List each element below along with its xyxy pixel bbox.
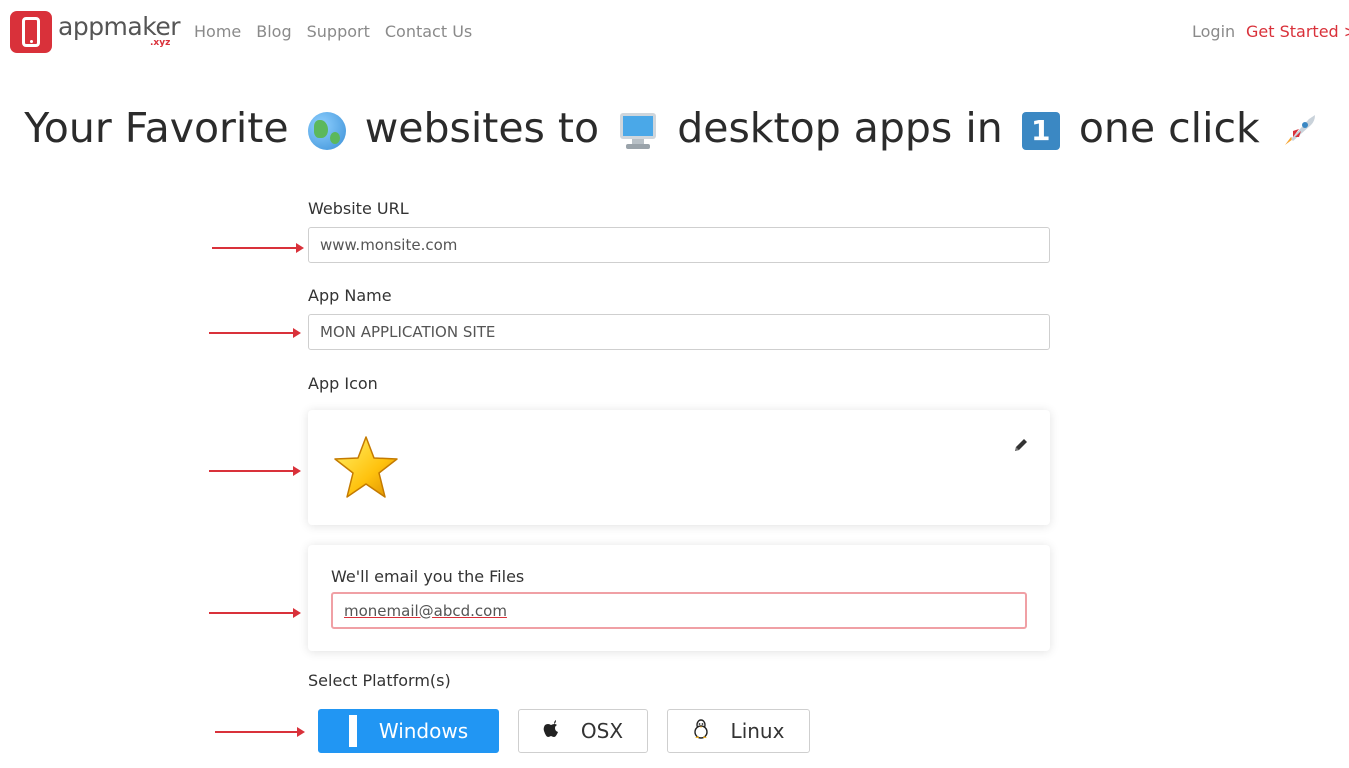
platform-windows-button[interactable]: Windows [318,709,499,753]
nav-link-support[interactable]: Support [307,22,370,41]
email-label: We'll email you the Files [331,567,525,586]
hero-text-3: desktop apps in [677,104,1003,152]
select-platform-label: Select Platform(s) [308,671,451,690]
hero-headline: Your Favorite websites to desktop apps i… [0,104,1349,152]
annotation-arrow [209,466,301,476]
get-started-link[interactable]: Get Started > [1246,22,1349,41]
appmaker-logo-icon[interactable] [10,11,52,53]
linux-icon [693,718,709,744]
number-one-icon: 1 [1021,112,1060,150]
app-icon-label: App Icon [308,374,378,393]
platform-osx-button[interactable]: OSX [518,709,648,753]
hero-text-4: one click [1078,104,1260,152]
star-icon[interactable] [332,434,400,502]
nav-links: Home Blog Support Contact Us [194,22,472,41]
login-link[interactable]: Login [1192,22,1235,41]
globe-icon [307,112,346,150]
top-navbar: appmaker .xyz Home Blog Support Contact … [0,0,1349,64]
apple-icon [543,719,559,743]
nav-link-contact[interactable]: Contact Us [385,22,472,41]
email-input[interactable]: monemail@abcd.com [331,592,1027,629]
platform-linux-label: Linux [730,719,785,743]
rocket-icon [1279,111,1319,151]
windows-icon [348,715,357,747]
hero-text-1: Your Favorite [24,104,289,152]
annotation-arrow [209,608,301,618]
app-name-input[interactable]: MON APPLICATION SITE [308,314,1050,350]
email-card: We'll email you the Files monemail@abcd.… [308,545,1050,651]
platform-osx-label: OSX [580,719,624,743]
edit-pencil-icon[interactable] [1012,436,1030,454]
website-url-label: Website URL [308,199,409,218]
app-name-label: App Name [308,286,392,305]
platform-linux-button[interactable]: Linux [667,709,810,753]
desktop-computer-icon [618,111,658,151]
nav-link-blog[interactable]: Blog [256,22,291,41]
hero-text-2: websites to [364,104,600,152]
website-url-input[interactable]: www.monsite.com [308,227,1050,263]
nav-link-home[interactable]: Home [194,22,241,41]
annotation-arrow [209,328,301,338]
app-icon-card [308,410,1050,525]
annotation-arrow [212,243,304,253]
platform-windows-label: Windows [378,719,469,743]
brand-name[interactable]: appmaker [58,12,180,41]
annotation-arrow [215,727,305,737]
brand-suffix: .xyz [150,38,171,48]
